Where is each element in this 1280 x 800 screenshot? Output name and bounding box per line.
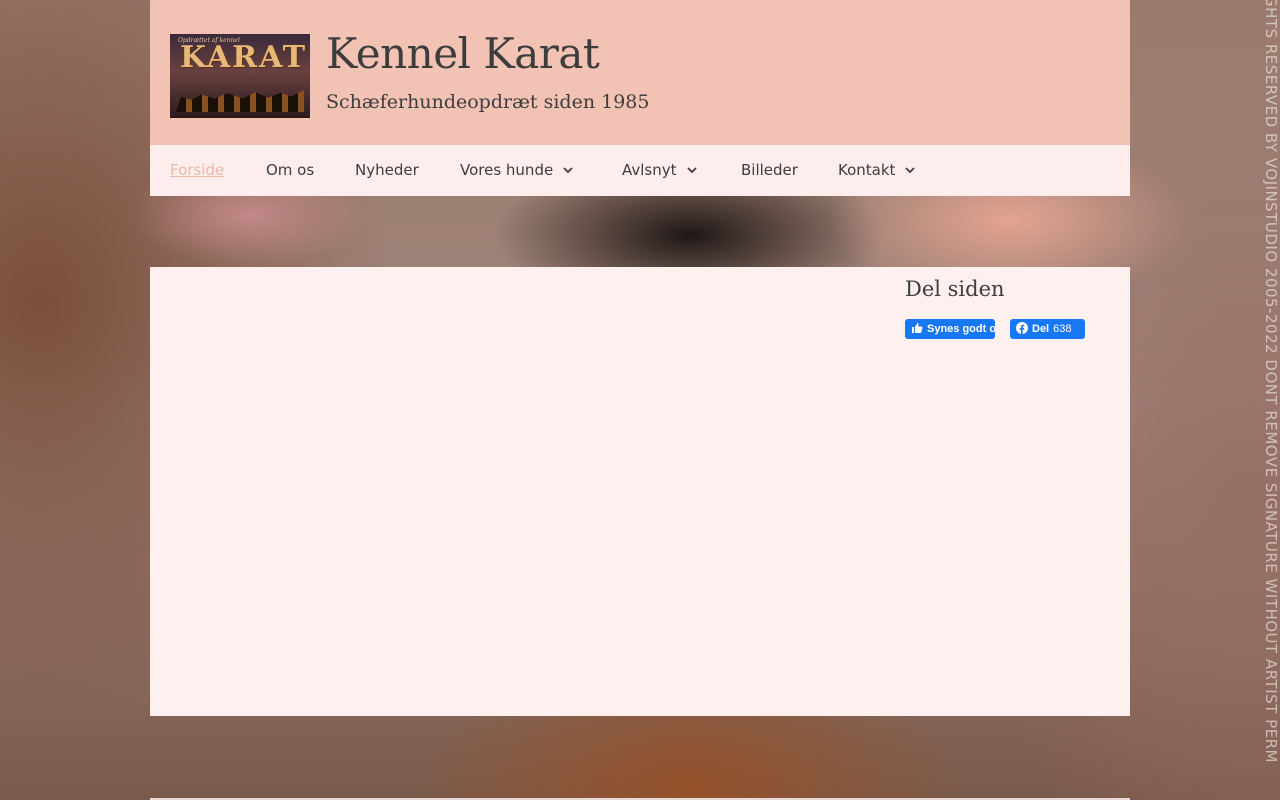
- nav-item-nyheder[interactable]: Nyheder: [355, 145, 419, 196]
- facebook-like-button[interactable]: Synes godt om: [905, 319, 995, 339]
- nav-item-label: Avlsnyt: [622, 161, 677, 179]
- facebook-share-button[interactable]: Del 638: [1010, 319, 1085, 339]
- chevron-down-icon: [563, 167, 573, 174]
- like-label: Synes godt om: [927, 323, 995, 335]
- site-title[interactable]: Kennel Karat: [326, 29, 600, 78]
- widget-title: Del siden: [905, 277, 1005, 301]
- main-navigation: Forside Om os Nyheder Vores hunde Avlsny…: [150, 145, 1130, 196]
- nav-item-label: Vores hunde: [460, 161, 554, 179]
- nav-item-label: Nyheder: [355, 161, 419, 179]
- watermark-signature: GHTS RESERVED BY VOJINSTUDIO 2005-2022 D…: [1262, 0, 1280, 763]
- site-tagline: Schæferhundeopdræt siden 1985: [326, 91, 650, 113]
- nav-item-om-os[interactable]: Om os: [266, 145, 314, 196]
- nav-item-vores-hunde[interactable]: Vores hunde: [460, 145, 573, 196]
- nav-item-forside[interactable]: Forside: [170, 145, 224, 196]
- logo-dogs-silhouette: [176, 90, 304, 112]
- chevron-down-icon: [686, 167, 697, 174]
- site-header: Opdrættet af kennel KARAT Kennel Karat S…: [150, 0, 1130, 145]
- nav-item-label: Forside: [170, 161, 225, 179]
- nav-item-label: Om os: [266, 161, 315, 179]
- thumbs-up-icon: [912, 323, 923, 333]
- site-logo[interactable]: Opdrættet af kennel KARAT: [170, 34, 310, 118]
- nav-item-label: Kontakt: [838, 161, 896, 179]
- share-count: 638: [1053, 323, 1072, 335]
- facebook-icon: [1016, 322, 1028, 334]
- nav-item-billeder[interactable]: Billeder: [741, 145, 798, 196]
- chevron-down-icon: [905, 167, 916, 174]
- nav-item-avlsnyt[interactable]: Avlsnyt: [622, 145, 697, 196]
- share-label: Del: [1032, 323, 1050, 335]
- logo-text: KARAT: [180, 40, 308, 75]
- main-content: Del siden Synes godt om Del638: [150, 267, 1130, 716]
- nav-item-kontakt[interactable]: Kontakt: [838, 145, 916, 196]
- nav-item-label: Billeder: [741, 161, 798, 179]
